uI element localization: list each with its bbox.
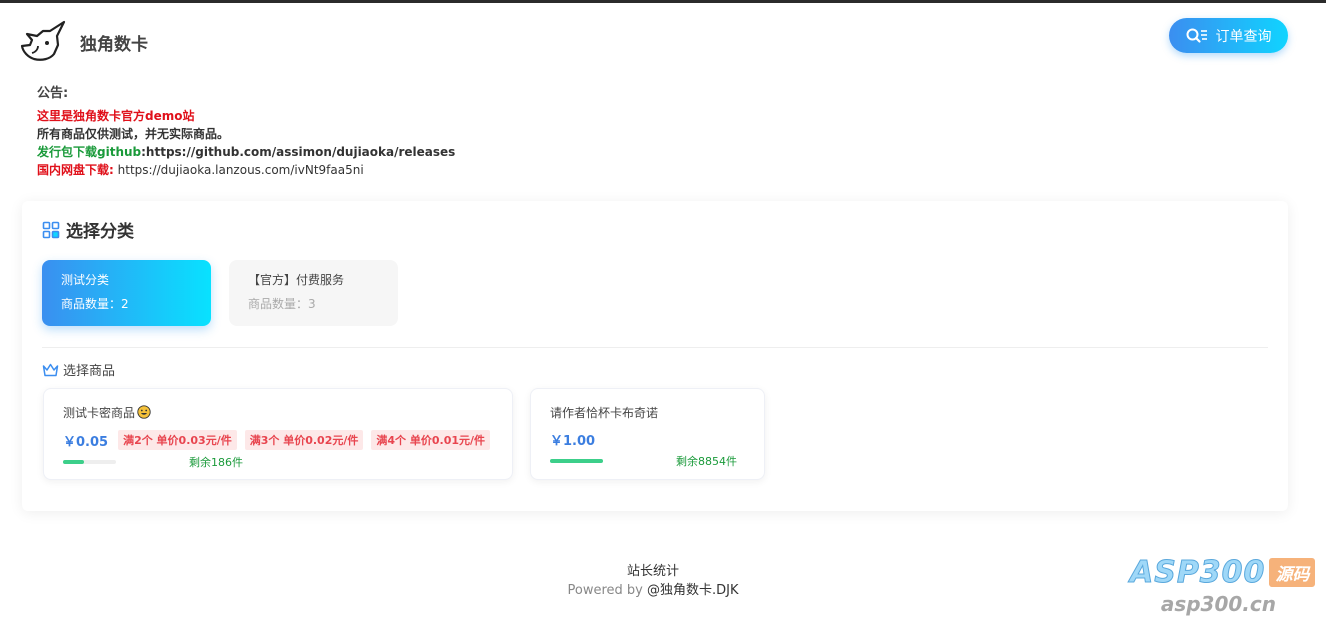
announcement-line: 这里是独角数卡官方demo站 <box>37 109 195 123</box>
stock-progress-fill <box>63 460 85 464</box>
shop-panel: 选择分类 测试分类 商品数量：2 【官方】付费服务 商品数量：3 选择商品 测试… <box>22 201 1288 511</box>
goods-name: 测试卡密商品 <box>63 405 136 420</box>
crown-icon <box>42 363 59 376</box>
goods-card-test-card[interactable]: 测试卡密商品 ￥0.05 满2个 单价0.03元/件 满3个 单价0.02元/件… <box>43 388 513 480</box>
goods-price: ￥1.00 <box>550 434 596 449</box>
category-count: 商品数量：3 <box>248 297 316 311</box>
announcement-line: 所有商品仅供测试，并无实际商品。 <box>37 127 230 141</box>
goods-price-row: ￥0.05 满2个 单价0.03元/件 满3个 单价0.02元/件 满4个 单价… <box>63 430 493 450</box>
goods-stock: 剩余8854件 <box>676 455 737 468</box>
announcement: 公告: 这里是独角数卡官方demo站 所有商品仅供测试，并无实际商品。 发行包下… <box>37 85 455 179</box>
divider <box>42 347 1268 348</box>
netdisk-label: 国内网盘下载: <box>37 163 114 177</box>
category-card-official[interactable]: 【官方】付费服务 商品数量：3 <box>229 260 398 326</box>
announcement-line: 国内网盘下载: https://dujiaoka.lanzous.com/ivN… <box>37 161 455 179</box>
goods-name: 请作者恰杯卡布奇诺 <box>550 405 659 420</box>
goods-stock-row: 剩余8854件 <box>550 453 745 468</box>
category-section-header: 选择分类 <box>42 217 134 242</box>
stock-progress-bar <box>63 460 116 464</box>
order-query-button[interactable]: 订单查询 <box>1169 18 1288 53</box>
watermark-top: ASP300 源码 <box>1129 555 1326 591</box>
powered-by-prefix: Powered by <box>567 583 647 598</box>
brand-name[interactable]: 独角数卡 <box>80 30 148 55</box>
goods-section-title: 选择商品 <box>63 364 116 379</box>
category-count: 商品数量：2 <box>61 297 129 311</box>
announcement-title: 公告: <box>37 86 69 101</box>
wholesale-tag: 满2个 单价0.03元/件 <box>118 430 237 450</box>
powered-by: Powered by @独角数卡.DJK <box>0 581 1306 600</box>
category-name: 【官方】付费服务 <box>248 273 345 287</box>
goods-price: ￥0.05 <box>63 434 109 450</box>
site-stats-link[interactable]: 站长统计 <box>0 562 1306 581</box>
grid-icon <box>42 221 60 238</box>
category-name: 测试分类 <box>61 273 110 287</box>
goods-name-row: 测试卡密商品 <box>63 403 493 421</box>
powered-by-link[interactable]: @独角数卡.DJK <box>647 583 739 598</box>
watermark-brand: ASP300 <box>1129 555 1266 591</box>
stock-progress-bar <box>550 459 603 463</box>
category-card-test[interactable]: 测试分类 商品数量：2 <box>42 260 211 326</box>
footer: 站长统计 Powered by @独角数卡.DJK <box>0 562 1306 600</box>
goods-price-row: ￥1.00 <box>550 430 745 449</box>
goods-name-row: 请作者恰杯卡布奇诺 <box>550 403 745 421</box>
category-section-title: 选择分类 <box>66 222 134 242</box>
watermark-url: asp300.cn <box>1160 592 1276 616</box>
stock-progress-fill <box>550 459 603 463</box>
order-query-label: 订单查询 <box>1215 28 1272 45</box>
announcement-line: 发行包下载github:https://github.com/assimon/d… <box>37 143 455 161</box>
watermark-badge: 源码 <box>1269 558 1316 587</box>
smiley-icon <box>137 405 151 419</box>
goods-stock: 剩余186件 <box>189 456 243 469</box>
goods-section-header: 选择商品 <box>42 360 115 379</box>
goods-card-cappuccino[interactable]: 请作者恰杯卡布奇诺 ￥1.00 剩余8854件 <box>530 388 765 480</box>
github-label: 发行包下载github <box>37 145 142 159</box>
header: 独角数卡 订单查询 <box>0 3 1326 81</box>
wholesale-tag: 满4个 单价0.01元/件 <box>371 430 491 450</box>
wholesale-tag: 满3个 单价0.02元/件 <box>244 430 364 450</box>
netdisk-link[interactable]: https://dujiaoka.lanzous.com/ivNt9faa5ni <box>114 163 364 177</box>
unicorn-logo-icon[interactable] <box>20 19 68 65</box>
github-link[interactable]: :https://github.com/assimon/dujiaoka/rel… <box>141 145 455 159</box>
watermark: ASP300 源码 asp300.cn <box>1129 555 1326 625</box>
search-list-icon <box>1186 28 1207 43</box>
goods-stock-row: 剩余186件 <box>63 454 493 469</box>
